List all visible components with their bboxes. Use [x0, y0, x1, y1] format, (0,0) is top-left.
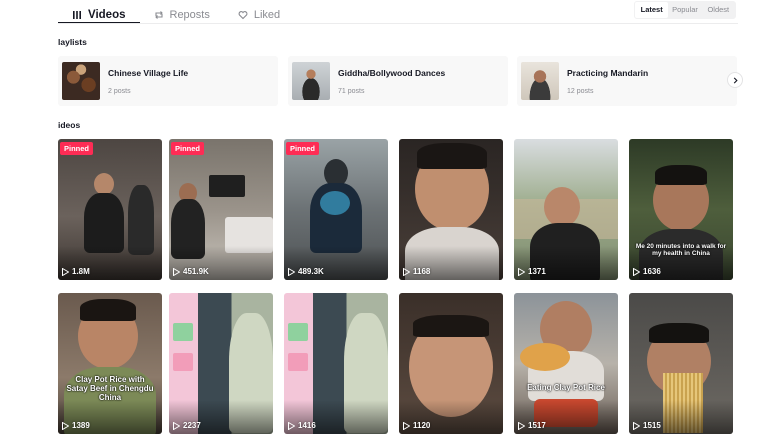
view-count: 1416 — [288, 421, 316, 430]
playlist-count: 71 posts — [338, 87, 365, 95]
view-count-value: 489.3K — [298, 267, 324, 276]
video-card[interactable]: 1371 — [514, 139, 618, 280]
playlists-next-button[interactable] — [727, 72, 743, 88]
play-icon — [173, 421, 180, 430]
playlist-card[interactable]: Giddha/Bollywood Dances 71 posts — [288, 56, 508, 106]
repost-icon — [154, 10, 163, 19]
play-icon — [62, 421, 69, 430]
video-card[interactable]: Pinned 1.8M — [58, 139, 162, 280]
sort-popular[interactable]: Popular — [668, 2, 701, 18]
view-count-value: 1389 — [72, 421, 90, 430]
view-count-value: 1.8M — [72, 267, 90, 276]
view-count: 1168 — [403, 267, 430, 276]
play-icon — [633, 421, 640, 430]
playlist-name: Chinese Village Life — [108, 67, 189, 78]
video-card[interactable]: 1515 — [629, 293, 733, 434]
play-icon — [633, 267, 640, 276]
playlists-heading: laylists — [58, 37, 87, 47]
video-card[interactable]: Eating Clay Pot Rice 1517 — [514, 293, 618, 434]
play-icon — [403, 267, 410, 276]
tabs-divider — [58, 23, 738, 24]
video-card[interactable]: Me 20 minutes into a walk for my health … — [629, 139, 733, 280]
view-count: 451.9K — [173, 267, 209, 276]
playlist-name: Practicing Mandarin — [567, 67, 649, 78]
play-icon — [173, 267, 180, 276]
play-icon — [288, 421, 295, 430]
view-count-value: 1120 — [413, 421, 431, 430]
play-icon — [62, 267, 69, 276]
playlist-card[interactable]: Practicing Mandarin 12 posts — [517, 56, 737, 106]
view-count-value: 2237 — [183, 421, 201, 430]
video-card[interactable]: 1168 — [399, 139, 503, 280]
video-caption: Eating Clay Pot Rice — [527, 383, 605, 392]
video-card[interactable]: Pinned 451.9K — [169, 139, 273, 280]
playlist-thumbnail — [521, 62, 559, 100]
playlist-thumbnail — [292, 62, 330, 100]
video-card[interactable]: Pinned 489.3K — [284, 139, 388, 280]
play-icon — [288, 267, 295, 276]
view-count-value: 1168 — [413, 267, 431, 276]
view-count: 1.8M — [62, 267, 90, 276]
tab-liked-label: Liked — [253, 8, 281, 21]
pinned-badge: Pinned — [286, 142, 320, 155]
play-icon — [403, 421, 410, 430]
video-card[interactable]: 1416 — [284, 293, 388, 434]
view-count-value: 1416 — [298, 421, 316, 430]
view-count: 1515 — [633, 421, 661, 430]
sort-toggle: Latest Popular Oldest — [634, 1, 736, 19]
view-count: 1636 — [633, 267, 661, 276]
video-caption: Me 20 minutes into a walk for my health … — [635, 243, 727, 257]
view-count-value: 451.9K — [183, 267, 209, 276]
view-count-value: 1636 — [643, 267, 661, 276]
play-icon — [518, 421, 525, 430]
pinned-badge: Pinned — [171, 142, 205, 155]
view-count-value: 1515 — [643, 421, 661, 430]
sort-latest[interactable]: Latest — [635, 2, 669, 18]
view-count: 1120 — [403, 421, 430, 430]
tab-videos-label: Videos — [88, 8, 126, 21]
view-count-value: 1517 — [528, 421, 546, 430]
videos-heading: ideos — [58, 120, 81, 130]
view-count: 489.3K — [288, 267, 324, 276]
view-count: 1371 — [518, 267, 546, 276]
tab-reposts-label: Reposts — [169, 8, 210, 21]
grid-icon — [73, 10, 81, 19]
pinned-badge: Pinned — [60, 142, 94, 155]
video-caption: Clay Pot Rice with Satay Beef in Chengdu… — [66, 375, 154, 402]
heart-icon — [238, 10, 248, 19]
playlist-thumbnail — [62, 62, 100, 100]
view-count: 1389 — [62, 421, 90, 430]
view-count: 1517 — [518, 421, 546, 430]
video-card[interactable]: 1120 — [399, 293, 503, 434]
playlist-count: 2 posts — [108, 87, 131, 95]
tab-videos[interactable]: Videos — [58, 0, 140, 24]
tab-reposts[interactable]: Reposts — [140, 0, 224, 24]
video-card[interactable]: Clay Pot Rice with Satay Beef in Chengdu… — [58, 293, 162, 434]
play-icon — [518, 267, 525, 276]
playlist-card[interactable]: Chinese Village Life 2 posts — [58, 56, 278, 106]
tab-liked[interactable]: Liked — [224, 0, 294, 24]
video-card[interactable]: 2237 — [169, 293, 273, 434]
view-count: 2237 — [173, 421, 201, 430]
playlist-count: 12 posts — [567, 87, 594, 95]
chevron-right-icon — [733, 76, 738, 84]
profile-tabs: Videos Reposts Liked — [58, 0, 294, 24]
playlist-name: Giddha/Bollywood Dances — [338, 67, 446, 78]
view-count-value: 1371 — [528, 267, 546, 276]
sort-oldest[interactable]: Oldest — [702, 2, 735, 18]
